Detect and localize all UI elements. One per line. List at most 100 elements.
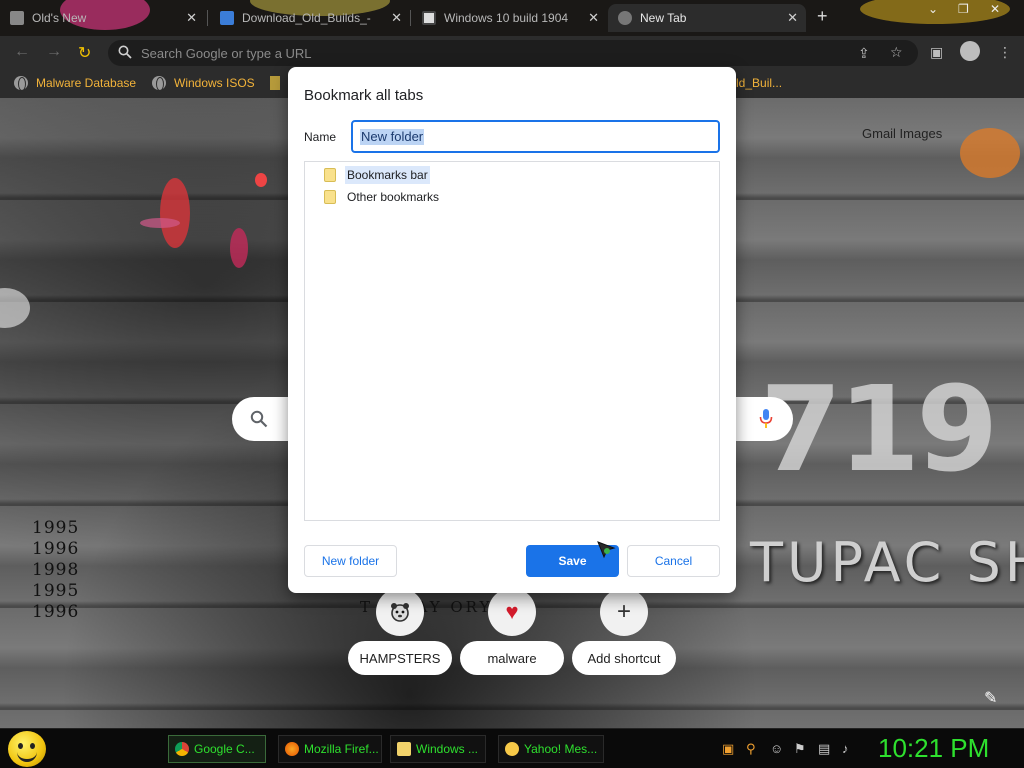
folder-item-bookmarks-bar[interactable]: Bookmarks bar <box>324 165 430 185</box>
paint-splatter <box>255 173 267 187</box>
bookmark-star-icon[interactable]: ☆ <box>890 44 903 61</box>
cancel-button[interactable]: Cancel <box>627 545 720 577</box>
back-arrow-icon[interactable]: ← <box>14 43 30 61</box>
tray-search-icon[interactable]: ⚲ <box>746 741 756 757</box>
tray-flag-icon[interactable]: ⚑ <box>794 741 806 757</box>
globe-icon <box>14 76 28 91</box>
paint-splatter <box>160 178 190 248</box>
taskbar-item-label: Yahoo! Mes... <box>524 742 598 756</box>
tray-network-icon[interactable]: ▤ <box>818 741 830 757</box>
voice-search-mic-icon[interactable] <box>759 408 773 430</box>
paint-splatter <box>960 128 1020 178</box>
start-button-smiley-icon[interactable] <box>8 731 46 767</box>
hamster-icon[interactable] <box>376 588 424 636</box>
bookmark-label: ld_Buil... <box>736 76 783 90</box>
new-folder-button[interactable]: New folder <box>304 545 397 577</box>
tab-windows-10-build[interactable]: Windows 10 build 1904 ✕ <box>412 4 607 32</box>
new-tab-plus-icon[interactable]: + <box>817 6 828 27</box>
chevron-down-icon[interactable]: ⌄ <box>928 2 938 16</box>
tray-chat-icon[interactable]: ☺ <box>770 741 783 756</box>
wallpaper-title: TUPAC SH <box>750 531 1024 594</box>
folder-label: Bookmarks bar <box>345 166 430 184</box>
close-tab-icon[interactable]: ✕ <box>588 10 599 26</box>
folder-name-value: New folder <box>360 129 425 145</box>
bookmark-label: Malware Database <box>36 76 137 90</box>
restore-window-icon[interactable]: ❐ <box>958 2 969 16</box>
page-favicon-icon <box>10 11 24 25</box>
tab-separator <box>207 10 208 26</box>
folder-label: Other bookmarks <box>347 190 440 204</box>
close-tab-icon[interactable]: ✕ <box>186 10 197 26</box>
browser-toolbar: ← → ↻ Search Google or type a URL ⇪ ☆ ▣ … <box>0 36 1024 70</box>
add-shortcut-button[interactable]: Add shortcut <box>572 641 676 675</box>
folder-item-other-bookmarks[interactable]: Other bookmarks <box>324 187 441 207</box>
folder-icon <box>324 168 336 182</box>
bookmark-old-builds[interactable]: ld_Buil... <box>736 76 782 90</box>
taskbar-item-label: Google C... <box>194 742 255 756</box>
folder-tree[interactable]: Bookmarks bar Other bookmarks <box>304 161 720 521</box>
taskbar-item-yahoo-messenger[interactable]: Yahoo! Mes... <box>498 735 604 763</box>
search-icon <box>118 45 132 59</box>
tab-title: Windows 10 build 1904 <box>444 11 569 25</box>
bookmark-icon <box>270 76 280 90</box>
address-bar[interactable]: Search Google or type a URL ⇪ ☆ <box>108 40 918 66</box>
folder-icon <box>324 190 336 204</box>
year-text: 1996 <box>32 539 80 559</box>
tab-olds-new[interactable]: Old's New ✕ <box>0 4 205 32</box>
tab-strip: Old's New ✕ Download_Old_Builds_- ✕ Wind… <box>0 0 1024 36</box>
chrome-favicon-icon <box>618 11 632 25</box>
dialog-title: Bookmark all tabs <box>304 87 424 104</box>
image-favicon-icon <box>220 11 234 25</box>
tab-title: Old's New <box>32 11 87 25</box>
name-label: Name <box>304 130 337 144</box>
bookmark-malware-database[interactable]: Malware Database <box>14 76 137 91</box>
tray-app-icon[interactable]: ▣ <box>722 741 734 757</box>
more-menu-icon[interactable]: ⋮ <box>998 44 1012 61</box>
tray-volume-icon[interactable]: ♪ <box>842 741 849 756</box>
profile-avatar-icon[interactable] <box>960 41 980 61</box>
bookmark-all-tabs-dialog: Bookmark all tabs Name New folder Bookma… <box>288 67 736 593</box>
taskbar-item-firefox[interactable]: Mozilla Firef... <box>278 735 382 763</box>
years-list: 1995 1996 1998 1995 1996 <box>32 518 79 623</box>
bookmark-folder-partial[interactable] <box>270 76 280 90</box>
search-icon <box>250 410 268 428</box>
heart-icon[interactable]: ♥ <box>488 588 536 636</box>
plus-icon[interactable]: + <box>600 588 648 636</box>
year-text: 1996 <box>32 602 80 622</box>
bookmark-windows-isos[interactable]: Windows ISOS <box>152 76 255 91</box>
taskbar-item-label: Mozilla Firef... <box>304 742 379 756</box>
tab-title: Download_Old_Builds_- <box>242 11 371 25</box>
shortcut-hampsters[interactable]: HAMPSTERS <box>348 641 452 675</box>
tab-separator <box>410 10 411 26</box>
paint-splatter <box>140 218 180 228</box>
close-tab-icon[interactable]: ✕ <box>391 10 402 26</box>
year-text: 1998 <box>32 560 80 580</box>
paint-splatter <box>230 228 248 268</box>
forward-arrow-icon[interactable]: → <box>46 43 62 61</box>
gmail-images-links[interactable]: Gmail Images <box>862 126 942 141</box>
year-text: 1995 <box>32 518 80 538</box>
reload-icon[interactable]: ↻ <box>78 43 91 63</box>
taskbar-item-windows-explorer[interactable]: Windows ... <box>390 735 486 763</box>
globe-icon <box>152 76 166 91</box>
customize-pencil-icon[interactable]: ✎ <box>984 688 997 708</box>
side-panel-icon[interactable]: ▣ <box>930 44 943 61</box>
wikipedia-favicon-icon <box>422 11 436 25</box>
taskbar-item-chrome[interactable]: Google C... <box>168 735 266 763</box>
close-tab-icon[interactable]: ✕ <box>787 10 798 26</box>
shortcut-malware[interactable]: malware <box>460 641 564 675</box>
wallpaper-number: 719 <box>760 360 998 498</box>
folder-icon <box>397 742 411 756</box>
close-window-icon[interactable]: ✕ <box>990 2 1000 16</box>
tab-new-tab[interactable]: New Tab ✕ <box>608 4 806 32</box>
address-bar-placeholder: Search Google or type a URL <box>141 46 312 61</box>
mouse-cursor-icon <box>597 541 616 559</box>
yahoo-messenger-icon <box>505 742 519 756</box>
taskbar-clock[interactable]: 10:21 PM <box>878 733 989 764</box>
firefox-icon <box>285 742 299 756</box>
share-icon[interactable]: ⇪ <box>858 45 870 62</box>
bookmark-label: Windows ISOS <box>174 76 255 90</box>
taskbar: Google C... Mozilla Firef... Windows ...… <box>0 728 1024 768</box>
chrome-icon <box>175 742 189 756</box>
tab-download-old-builds[interactable]: Download_Old_Builds_- ✕ <box>210 4 410 32</box>
